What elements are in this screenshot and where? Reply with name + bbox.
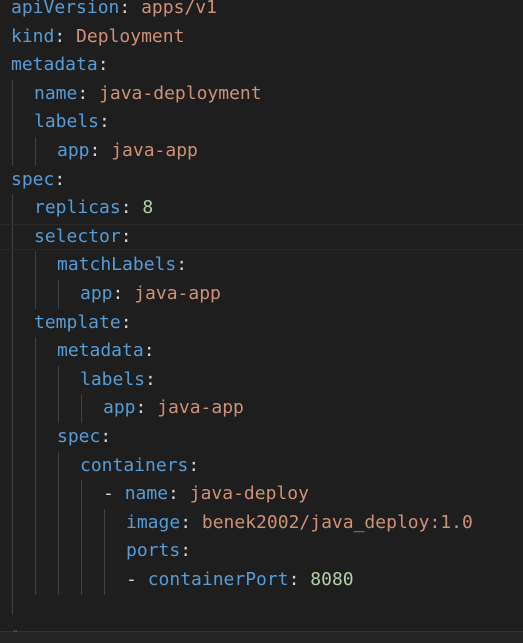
yaml-key: containerPort xyxy=(147,568,289,590)
code-editor[interactable]: apiVersion: apps/v1 kind: Deployment metad… xyxy=(0,0,523,643)
code-line[interactable]: selector: xyxy=(0,223,523,252)
yaml-key: spec xyxy=(11,168,55,190)
yaml-colon: : xyxy=(145,368,156,390)
yaml-key: matchLabels xyxy=(57,254,177,276)
yaml-value: 8080 xyxy=(310,568,354,590)
yaml-key: name xyxy=(124,483,169,505)
code-line[interactable]: - containerPort: 8080 xyxy=(11,566,473,595)
bottom-bar: " xyxy=(0,629,523,643)
code-line[interactable]: app: java-app xyxy=(11,394,473,423)
yaml-colon: : xyxy=(120,311,132,333)
code-line[interactable]: name: java-deployment xyxy=(11,80,473,109)
yaml-colon: : xyxy=(143,340,155,362)
code-line[interactable]: metadata: xyxy=(11,51,473,80)
list-dash: - xyxy=(126,568,148,590)
yaml-colon: : xyxy=(180,540,192,562)
yaml-key: name xyxy=(34,82,78,104)
yaml-colon: : xyxy=(54,25,66,47)
code-line[interactable]: spec: xyxy=(11,166,473,195)
yaml-colon: : xyxy=(135,397,147,419)
code-line[interactable]: apiVersion: apps/v1 xyxy=(11,0,473,23)
code-line[interactable]: template: xyxy=(11,309,473,338)
code-line[interactable]: containers: xyxy=(11,452,473,481)
code-line[interactable]: matchLabels: xyxy=(11,251,473,280)
yaml-colon: : xyxy=(99,111,110,133)
yaml-colon: : xyxy=(188,454,200,476)
yaml-value: apps/v1 xyxy=(141,0,217,18)
yaml-value: java-app xyxy=(157,397,244,419)
code-line[interactable]: ports: xyxy=(11,537,473,566)
yaml-key: metadata xyxy=(57,340,144,362)
code-line[interactable]: kind: Deployment xyxy=(11,23,473,52)
yaml-value: 8 xyxy=(142,197,154,219)
bottom-mark: " xyxy=(13,629,18,638)
yaml-key: labels xyxy=(80,368,146,390)
yaml-key: app xyxy=(80,282,113,304)
yaml-value: java-app xyxy=(134,282,221,304)
yaml-key: apiVersion xyxy=(11,0,120,18)
code-line[interactable]: app: java-app xyxy=(11,137,473,166)
yaml-key: ports xyxy=(126,540,181,562)
code-line[interactable]: labels: xyxy=(11,366,473,395)
yaml-key: app xyxy=(103,397,136,419)
yaml-key: selector xyxy=(34,225,121,247)
code-lines[interactable]: apiVersion: apps/v1 kind: Deployment metad… xyxy=(0,0,523,595)
code-line[interactable]: spec: xyxy=(11,423,473,452)
yaml-colon: : xyxy=(97,54,109,76)
yaml-colon: : xyxy=(112,282,124,304)
code-line[interactable]: app: java-app xyxy=(11,280,473,309)
yaml-key: image xyxy=(126,511,181,533)
yaml-colon: : xyxy=(54,168,66,190)
yaml-colon: : xyxy=(288,568,300,590)
yaml-key: app xyxy=(57,139,90,161)
yaml-key: metadata xyxy=(11,54,98,76)
yaml-colon: : xyxy=(180,511,192,533)
yaml-key: kind xyxy=(11,25,55,47)
yaml-key: spec xyxy=(57,425,101,447)
yaml-key: labels xyxy=(34,111,100,133)
yaml-value: benek2002/java_deploy:1.0 xyxy=(201,511,473,533)
yaml-value: Deployment xyxy=(76,25,185,47)
yaml-key: template xyxy=(34,311,121,333)
yaml-colon: : xyxy=(77,82,89,104)
yaml-colon: : xyxy=(168,483,179,505)
yaml-key: containers xyxy=(80,454,189,476)
yaml-value: java-deployment xyxy=(99,82,262,104)
yaml-colon: : xyxy=(100,425,112,447)
yaml-colon: : xyxy=(176,254,188,276)
code-line[interactable]: labels: xyxy=(11,108,473,137)
yaml-value: java-app xyxy=(111,139,198,161)
yaml-value: java-deploy xyxy=(189,483,309,505)
yaml-colon: : xyxy=(89,139,101,161)
code-line[interactable]: metadata: xyxy=(11,337,473,366)
yaml-key: replicas xyxy=(34,197,121,219)
code-line[interactable]: replicas: 8 xyxy=(11,194,473,223)
code-line[interactable]: - name: java-deploy xyxy=(11,480,473,509)
yaml-colon: : xyxy=(120,225,132,247)
list-dash: - xyxy=(103,483,125,505)
code-line[interactable]: image: benek2002/java_deploy:1.0 xyxy=(11,509,473,538)
yaml-colon: : xyxy=(120,197,132,219)
yaml-colon: : xyxy=(119,0,131,18)
